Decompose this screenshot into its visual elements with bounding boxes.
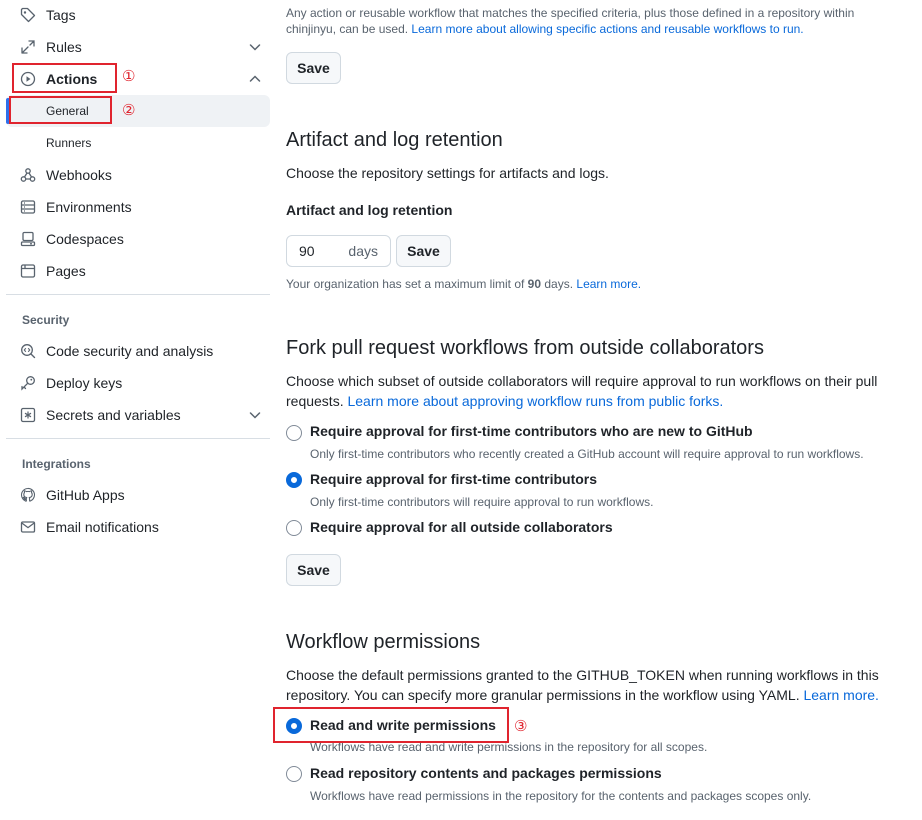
fork-radio-first-time[interactable] xyxy=(286,472,302,488)
key-icon xyxy=(20,375,36,391)
fork-save-button[interactable]: Save xyxy=(286,554,341,586)
allowed-actions-learn-more-link[interactable]: Learn more about allowing specific actio… xyxy=(411,22,803,36)
sidebar-item-actions[interactable]: Actions xyxy=(6,64,270,94)
fork-option-label[interactable]: Require approval for first-time contribu… xyxy=(310,423,753,439)
sidebar-item-label: Environments xyxy=(46,199,132,215)
fork-option-label[interactable]: Require approval for first-time contribu… xyxy=(310,471,597,487)
description-text: Choose which subset of outside collabora… xyxy=(286,373,878,389)
fork-description: Choose which subset of outside collabora… xyxy=(286,371,896,411)
allowed-actions-help: Any action or reusable workflow that mat… xyxy=(286,5,896,37)
retention-days-input[interactable]: 90 days xyxy=(286,235,391,267)
sidebar-item-label: Webhooks xyxy=(46,167,112,183)
description-text: requests. xyxy=(286,393,348,409)
chevron-down-icon xyxy=(248,40,262,54)
note-text: days. xyxy=(541,277,577,291)
permissions-option-label[interactable]: Read and write permissions xyxy=(310,717,496,733)
sidebar-item-label: Deploy keys xyxy=(46,375,123,391)
permissions-option-help: Workflows have read permissions in the r… xyxy=(310,789,812,803)
sidebar-item-general[interactable]: General xyxy=(6,95,270,127)
mail-icon xyxy=(20,519,36,535)
sidebar-item-environments[interactable]: Environments xyxy=(6,192,270,222)
description-text: Choose the default permissions granted t… xyxy=(286,667,879,683)
sidebar-item-label: Tags xyxy=(46,7,76,23)
fork-option-help: Only first-time contributors who recentl… xyxy=(310,447,864,461)
sidebar-item-label: Codespaces xyxy=(46,231,124,247)
fork-radio-all-outside[interactable] xyxy=(286,520,302,536)
rules-icon xyxy=(20,39,36,55)
chevron-down-icon xyxy=(248,408,262,422)
sidebar-group-title-integrations: Integrations xyxy=(22,457,91,471)
asterisk-icon xyxy=(20,407,36,423)
annotation-marker-2: ② xyxy=(122,101,136,119)
sidebar-item-email-notifications[interactable]: Email notifications xyxy=(6,512,270,542)
sidebar-item-label: General xyxy=(46,104,89,118)
sidebar-item-code-security[interactable]: Code security and analysis xyxy=(6,336,270,366)
sidebar-item-label: GitHub Apps xyxy=(46,487,125,503)
sidebar-item-webhooks[interactable]: Webhooks xyxy=(6,160,270,190)
sidebar-item-github-apps[interactable]: GitHub Apps xyxy=(6,480,270,510)
sidebar-item-label: Pages xyxy=(46,263,86,279)
active-indicator xyxy=(6,98,10,124)
retention-section-title: Artifact and log retention xyxy=(286,129,503,151)
permissions-section-title: Workflow permissions xyxy=(286,631,481,653)
retention-days-value: 90 xyxy=(299,243,315,259)
sidebar-item-label: Email notifications xyxy=(46,519,159,535)
sidebar-item-secrets[interactable]: Secrets and variables xyxy=(6,400,270,430)
permissions-option-label[interactable]: Read repository contents and packages pe… xyxy=(310,765,662,781)
sidebar-item-codespaces[interactable]: Codespaces xyxy=(6,224,270,254)
allowed-actions-save-button[interactable]: Save xyxy=(286,52,341,84)
permissions-option-help: Workflows have read and write permission… xyxy=(310,740,708,754)
help-text: Any action or reusable workflow that mat… xyxy=(286,6,855,20)
annotation-marker-1: ① xyxy=(122,67,136,85)
settings-sidebar: Tags Rules Actions General Runners Webho… xyxy=(0,0,276,820)
sidebar-item-deploy-keys[interactable]: Deploy keys xyxy=(6,368,270,398)
fork-option-label[interactable]: Require approval for all outside collabo… xyxy=(310,519,613,535)
sidebar-item-rules[interactable]: Rules xyxy=(6,32,270,62)
permissions-description: Choose the default permissions granted t… xyxy=(286,665,896,705)
sidebar-divider xyxy=(6,294,270,295)
permissions-radio-read-write[interactable] xyxy=(286,718,302,734)
webhook-icon xyxy=(20,167,36,183)
play-icon xyxy=(20,71,36,87)
sidebar-item-runners[interactable]: Runners xyxy=(6,127,270,159)
sidebar-divider xyxy=(6,438,270,439)
sidebar-item-label: Secrets and variables xyxy=(46,407,181,423)
annotation-marker-3: ③ xyxy=(514,717,528,735)
retention-field-label: Artifact and log retention xyxy=(286,202,453,218)
sidebar-item-label: Rules xyxy=(46,39,82,55)
browser-icon xyxy=(20,263,36,279)
server-icon xyxy=(20,199,36,215)
fork-learn-more-link[interactable]: Learn more about approving workflow runs… xyxy=(347,393,723,409)
tag-icon xyxy=(20,7,36,23)
codespaces-icon xyxy=(20,231,36,247)
apps-icon xyxy=(20,487,36,503)
retention-description: Choose the repository settings for artif… xyxy=(286,165,609,181)
fork-option-help: Only first-time contributors will requir… xyxy=(310,495,654,509)
permissions-radio-read-only[interactable] xyxy=(286,766,302,782)
chevron-up-icon xyxy=(248,72,262,86)
retention-note: Your organization has set a maximum limi… xyxy=(286,276,641,292)
sidebar-item-pages[interactable]: Pages xyxy=(6,256,270,286)
retention-save-button[interactable]: Save xyxy=(396,235,451,267)
sidebar-item-label: Actions xyxy=(46,71,98,87)
sidebar-group-title-security: Security xyxy=(22,313,70,327)
sidebar-item-tags[interactable]: Tags xyxy=(6,0,270,30)
fork-radio-new-to-github[interactable] xyxy=(286,425,302,441)
codescan-icon xyxy=(20,343,36,359)
retention-days-unit: days xyxy=(348,243,378,259)
sidebar-item-label: Code security and analysis xyxy=(46,343,214,359)
sidebar-item-label: Runners xyxy=(46,136,92,150)
note-text: Your organization has set a maximum limi… xyxy=(286,277,528,291)
help-text: chinjinyu, can be used. xyxy=(286,22,412,36)
fork-section-title: Fork pull request workflows from outside… xyxy=(286,337,764,359)
permissions-learn-more-link[interactable]: Learn more. xyxy=(803,687,878,703)
note-limit: 90 xyxy=(527,277,542,291)
retention-learn-more-link[interactable]: Learn more. xyxy=(576,277,641,291)
description-text: repository. You can specify more granula… xyxy=(286,687,804,703)
